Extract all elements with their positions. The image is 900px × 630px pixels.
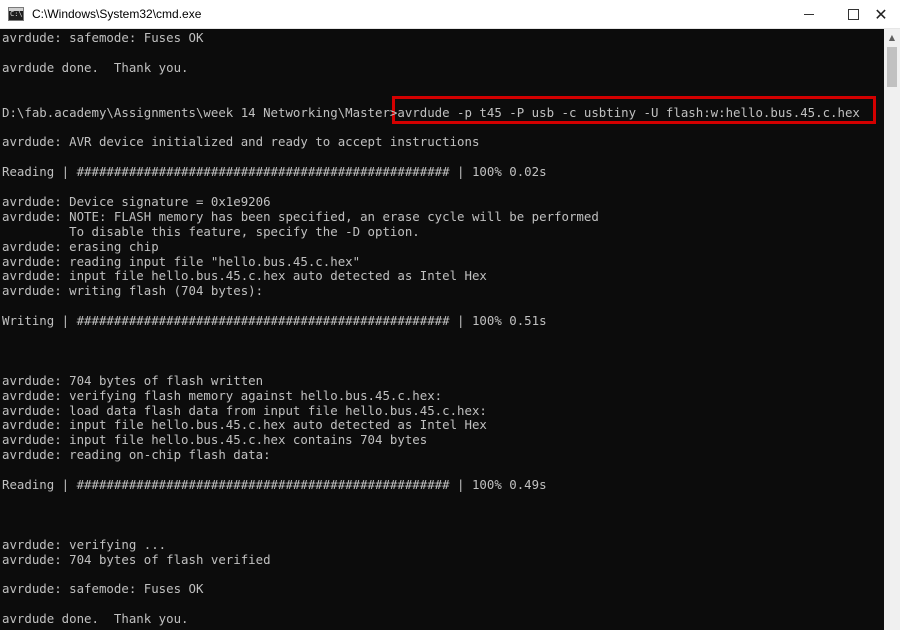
console-line: avrdude: input file hello.bus.45.c.hex c… [2, 432, 428, 448]
console-line: D:\fab.academy\Assignments\week 14 Netwo… [2, 104, 860, 120]
console-line: Writing | ##############################… [2, 313, 547, 329]
console-line: avrdude: AVR device initialized and read… [2, 134, 480, 150]
maximize-icon [847, 9, 859, 20]
console-line: avrdude: Device signature = 0x1e9206 [2, 193, 271, 209]
console-line: avrdude: verifying flash memory against … [2, 387, 443, 403]
cmd-icon: C:\ [8, 7, 24, 21]
scrollbar-thumb[interactable] [887, 47, 897, 87]
console-line: avrdude: writing flash (704 bytes): [2, 283, 264, 299]
cmd-window: C:\ C:\Windows\System32\cmd.exe ✕ avrdud… [0, 0, 900, 630]
console-line: avrdude: load data flash data from input… [2, 402, 487, 418]
console-line: avrdude: safemode: Fuses OK [2, 581, 204, 597]
console-line: avrdude: erasing chip [2, 238, 159, 254]
console-line: Reading | ##############################… [2, 477, 547, 492]
console-line: avrdude done. Thank you. [2, 611, 189, 627]
console-line: avrdude: safemode: Fuses OK [2, 30, 204, 45]
console-line: avrdude: verifying ... [2, 536, 167, 552]
console-line: To disable this feature, specify the -D … [2, 223, 420, 239]
console-line: avrdude: input file hello.bus.45.c.hex a… [2, 268, 487, 284]
close-icon: ✕ [874, 4, 888, 24]
console-line: Reading | ##############################… [2, 164, 547, 180]
vertical-scrollbar[interactable]: ▲ [884, 29, 900, 630]
console-line: avrdude: reading on-chip flash data: [2, 447, 271, 463]
minimize-icon [804, 14, 814, 15]
console-line: avrdude done. Thank you. [2, 59, 189, 75]
console-line: avrdude: NOTE: FLASH memory has been spe… [2, 208, 599, 224]
console-line: avrdude: 704 bytes of flash written [2, 372, 264, 388]
console-line: avrdude: 704 bytes of flash verified [2, 551, 271, 567]
scroll-up-icon[interactable]: ▲ [884, 29, 900, 45]
console-line: avrdude: reading input file "hello.bus.4… [2, 253, 361, 269]
console-line: avrdude: input file hello.bus.45.c.hex a… [2, 417, 487, 433]
title-bar[interactable]: C:\ C:\Windows\System32\cmd.exe ✕ [0, 0, 900, 29]
close-button[interactable]: ✕ [858, 0, 900, 29]
minimize-button[interactable] [786, 0, 832, 29]
console-output[interactable]: avrdude: safemode: Fuses OK avrdude done.… [0, 29, 884, 630]
window-title: C:\Windows\System32\cmd.exe [32, 7, 202, 21]
